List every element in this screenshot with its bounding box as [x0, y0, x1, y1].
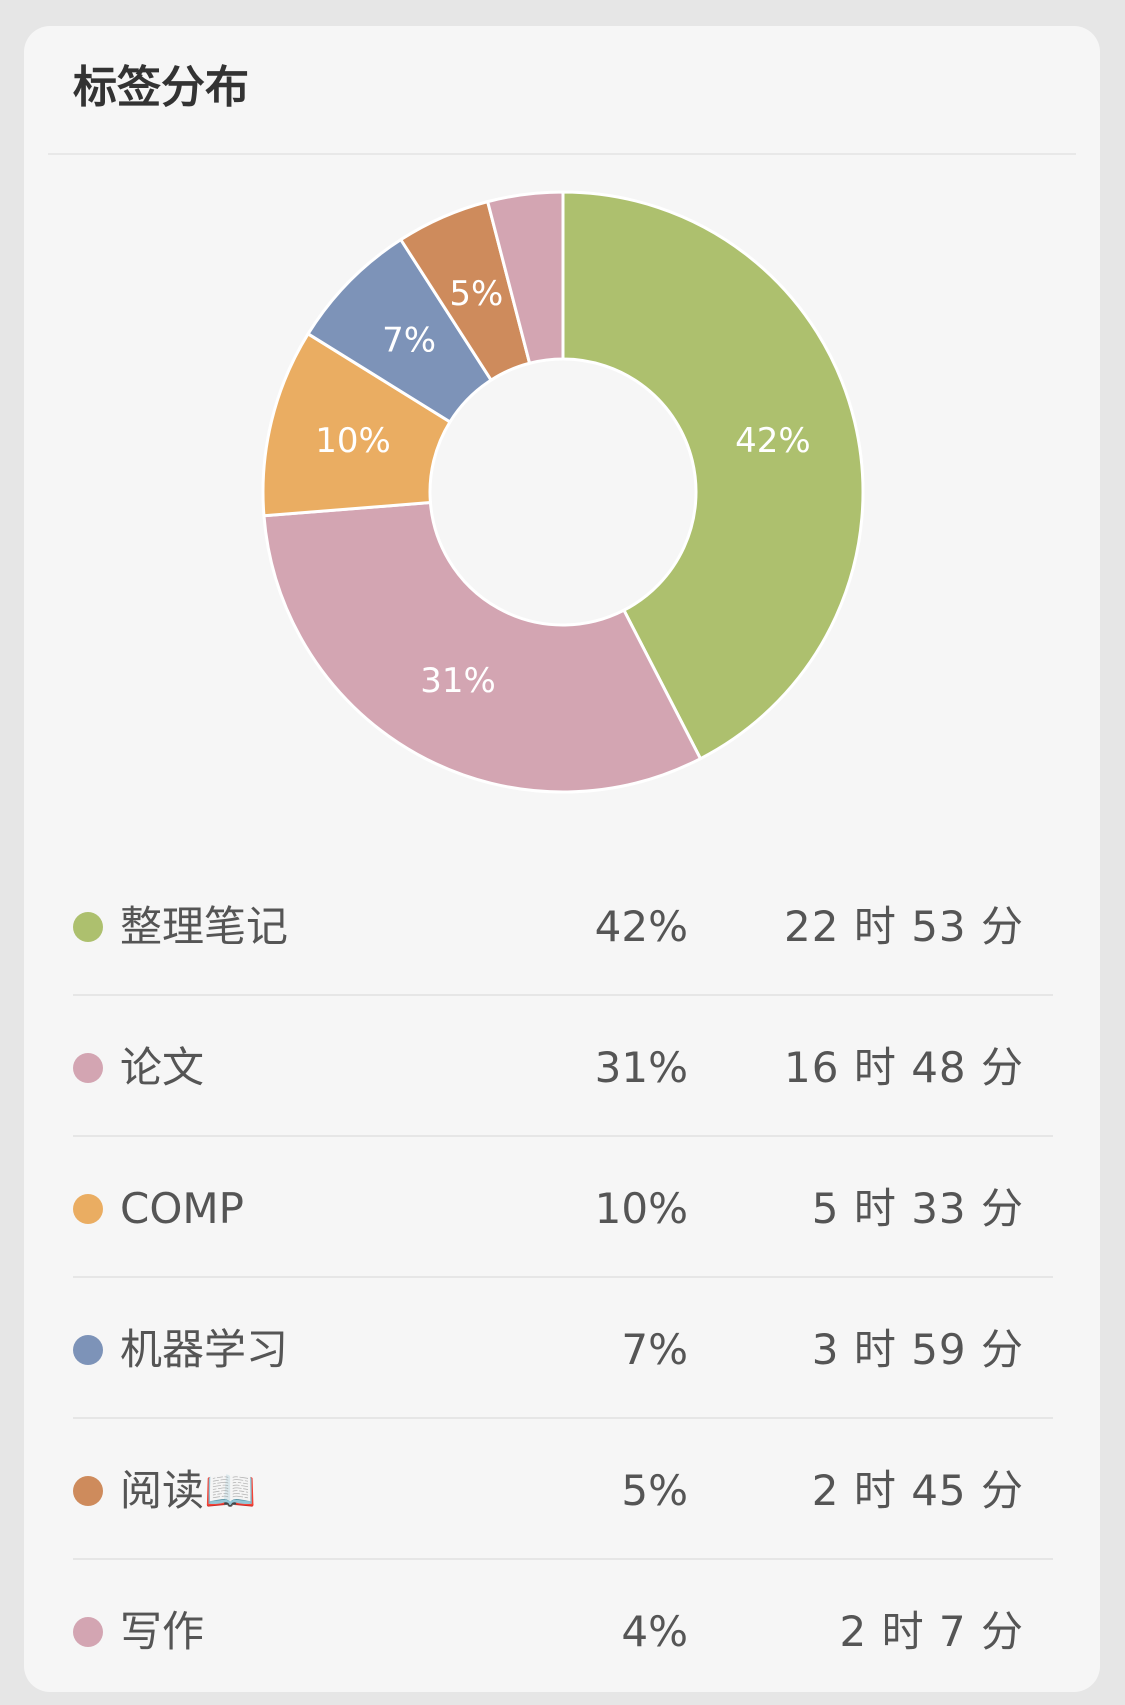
donut-chart: 42% 31% 10% 7% 5% [261, 190, 865, 794]
legend-duration: 22 时 53 分 [784, 902, 1024, 951]
legend-duration: 2 时 7 分 [839, 1607, 1024, 1656]
legend-color-dot [73, 1053, 103, 1083]
legend-duration: 2 时 45 分 [811, 1466, 1024, 1515]
slice-percent-label: 42% [735, 421, 811, 461]
legend-percent: 31% [594, 1043, 688, 1092]
legend-tag-name: 写作 [120, 1607, 205, 1656]
legend-row[interactable]: 机器学习 7% 3 时 59 分 [73, 1278, 1053, 1419]
legend-color-dot [73, 1335, 103, 1365]
legend-percent: 5% [621, 1466, 688, 1515]
slice-percent-label: 10% [315, 421, 391, 461]
legend-duration: 3 时 59 分 [811, 1325, 1024, 1374]
legend-percent: 7% [621, 1325, 688, 1374]
legend-row[interactable]: 阅读📖 5% 2 时 45 分 [73, 1419, 1053, 1560]
legend-row[interactable]: 写作 4% 2 时 7 分 [73, 1560, 1053, 1701]
legend-tag-name: 机器学习 [120, 1325, 289, 1374]
slice-percent-label: 7% [382, 320, 436, 360]
legend-percent: 42% [594, 902, 688, 951]
legend-tag-name: 整理笔记 [120, 902, 289, 951]
legend-color-dot [73, 1476, 103, 1506]
legend-row[interactable]: 论文 31% 16 时 48 分 [73, 996, 1053, 1137]
legend-tag-name: 阅读📖 [120, 1466, 257, 1515]
legend-percent: 4% [621, 1607, 688, 1656]
legend-duration: 16 时 48 分 [784, 1043, 1024, 1092]
legend-row[interactable]: COMP 10% 5 时 33 分 [73, 1137, 1053, 1278]
slice-percent-label: 5% [449, 274, 503, 314]
legend-duration: 5 时 33 分 [811, 1184, 1024, 1233]
legend-color-dot [73, 912, 103, 942]
slice-percent-label: 31% [420, 661, 496, 701]
donut-slice[interactable] [262, 500, 703, 794]
legend-row[interactable]: 整理笔记 42% 22 时 53 分 [73, 855, 1053, 996]
legend-color-dot [73, 1617, 103, 1647]
legend-tag-name: 论文 [120, 1043, 205, 1092]
legend-percent: 10% [594, 1184, 688, 1233]
legend-color-dot [73, 1194, 103, 1224]
legend-tag-name: COMP [120, 1184, 244, 1233]
tag-distribution-card: 标签分布 42% 31% 10% 7% 5% 整理笔记 42% 22 时 53 分 论文… [24, 26, 1100, 1692]
legend-list: 整理笔记 42% 22 时 53 分 论文 31% 16 时 48 分 COMP… [73, 855, 1053, 1701]
